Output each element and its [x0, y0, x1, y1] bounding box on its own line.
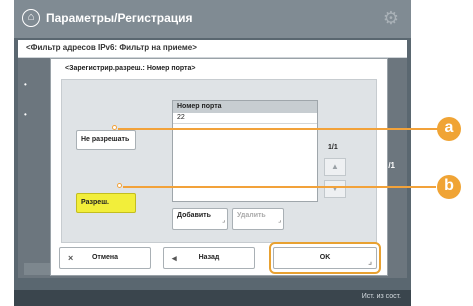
page-indicator: 1/1 — [328, 144, 338, 151]
list-header: Номер порта — [173, 101, 317, 113]
delete-button[interactable]: Удалить ⌟ — [232, 208, 284, 230]
home-icon[interactable]: ⌂ — [22, 9, 40, 27]
delete-label: Удалить — [237, 212, 266, 219]
status-bar: Ист. из сост. — [14, 290, 411, 306]
screen-title: Параметры/Регистрация — [46, 11, 193, 25]
ok-label: OK — [319, 254, 331, 261]
dialog-title: <Зарегистрир.разреш.: Номер порта> — [65, 65, 196, 72]
breadcrumb-text: <Фильтр адресов IPv6: Фильтр на приеме> — [26, 43, 197, 52]
callout-a-line — [118, 128, 438, 130]
add-label: Добавить — [177, 212, 211, 219]
top-bar: ⌂ Параметры/Регистрация ⚙ — [14, 0, 411, 38]
scroll-up-button[interactable]: ▲ — [324, 158, 346, 176]
callout-b-line — [123, 186, 436, 188]
corner-icon: ⌟ — [278, 218, 281, 224]
callout-b-dot — [117, 183, 122, 188]
back-label: Назад — [198, 254, 220, 261]
dialog-panel: Не разрешать Разреш. Номер порта 22 1/1 … — [61, 79, 377, 243]
chevron-up-icon: ▲ — [331, 162, 339, 171]
scroll-down-button[interactable]: ▼ — [324, 180, 346, 198]
do-not-allow-button[interactable]: Не разрешать — [76, 130, 136, 150]
allow-label: Разреш. — [81, 199, 109, 206]
bullet-icon: • — [24, 110, 27, 119]
breadcrumb: <Фильтр адресов IPv6: Фильтр на приеме> — [18, 40, 407, 58]
list-item[interactable]: 22 — [173, 114, 317, 124]
do-not-allow-label: Не разрешать — [81, 136, 130, 143]
corner-icon: ⌟ — [368, 257, 372, 266]
bullet-icon: • — [24, 80, 27, 89]
device-screen: ⌂ Параметры/Регистрация ⚙ <Фильтр адресо… — [14, 0, 411, 306]
callout-a: a — [437, 117, 461, 141]
add-button[interactable]: Добавить ⌟ — [172, 208, 228, 230]
corner-icon: ⌟ — [222, 218, 225, 224]
cancel-button[interactable]: × Отмена — [59, 247, 151, 269]
callout-a-dot — [112, 125, 117, 130]
allow-button[interactable]: Разреш. — [76, 193, 136, 213]
cancel-label: Отмена — [91, 254, 119, 261]
callout-b: b — [437, 175, 461, 199]
status-text[interactable]: Ист. из сост. — [362, 293, 401, 300]
register-port-dialog: <Зарегистрир.разреш.: Номер порта> Не ра… — [50, 58, 388, 276]
back-button[interactable]: ◂ Назад — [163, 247, 255, 269]
gear-icon[interactable]: ⚙ — [383, 8, 399, 29]
ok-button[interactable]: OK ⌟ — [273, 247, 377, 269]
